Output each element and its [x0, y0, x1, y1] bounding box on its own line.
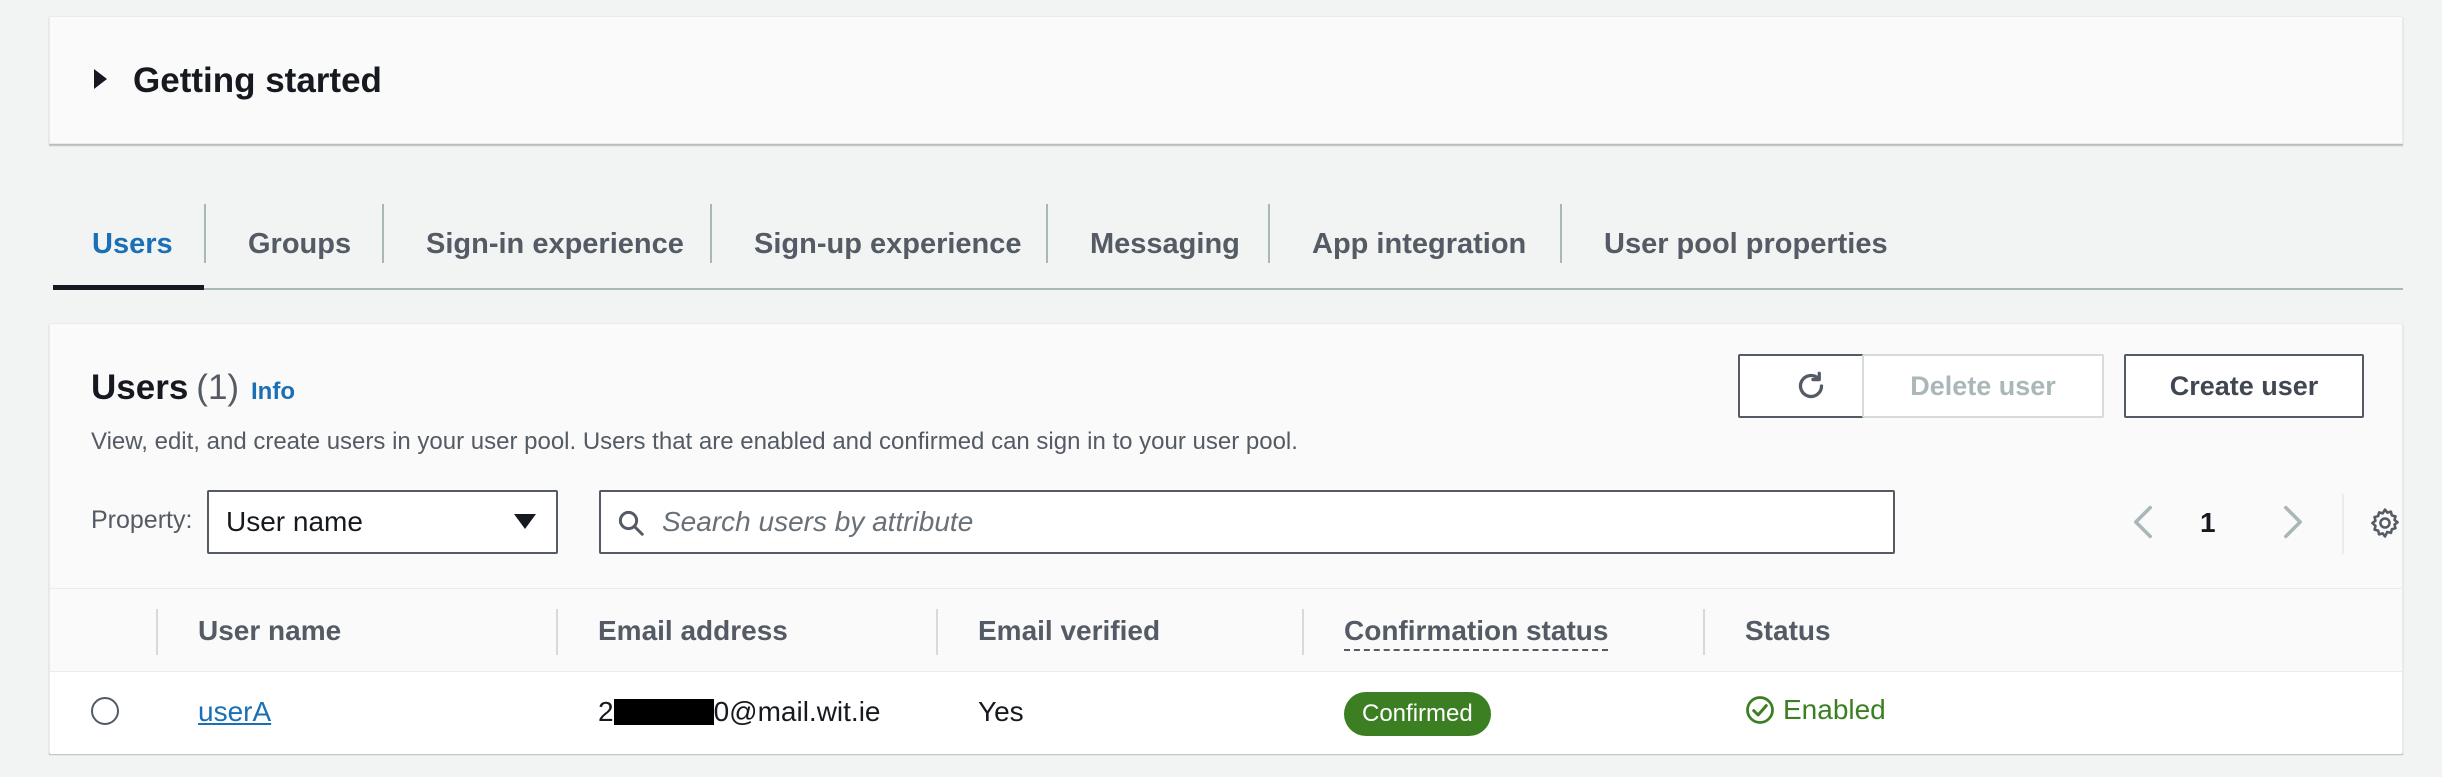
users-heading: Users (1)	[91, 368, 239, 408]
users-description: View, edit, and create users in your use…	[91, 428, 1298, 455]
email-suffix: 0@mail.wit.ie	[713, 696, 881, 727]
tab-separator	[1046, 204, 1048, 263]
property-select[interactable]: User name	[207, 490, 558, 554]
column-header-user-name[interactable]: User name	[198, 615, 341, 647]
column-separator[interactable]	[1302, 609, 1304, 655]
refresh-icon	[1798, 371, 1824, 399]
users-panel: Users (1) Info View, edit, and create us…	[49, 323, 2403, 754]
delete-user-button[interactable]: Delete user	[1862, 354, 2104, 418]
tab-user-pool-properties[interactable]: User pool properties	[1604, 200, 1888, 288]
users-title: Users	[91, 368, 189, 407]
users-count: (1)	[196, 368, 240, 407]
email-address-cell: 2 0@mail.wit.ie	[598, 696, 880, 728]
tab-messaging[interactable]: Messaging	[1090, 200, 1240, 288]
pager-separator	[2342, 494, 2344, 554]
status-text: Enabled	[1783, 694, 1886, 725]
email-prefix: 2	[598, 696, 614, 727]
status-check-icon	[1746, 696, 1774, 724]
active-tab-indicator	[53, 285, 204, 290]
tab-separator	[1268, 204, 1270, 263]
column-header-confirmation-status[interactable]: Confirmation status	[1344, 615, 1609, 651]
redaction-block	[613, 699, 714, 725]
column-separator	[156, 609, 158, 655]
property-label: Property:	[91, 506, 193, 534]
tab-separator	[1560, 204, 1562, 263]
email-verified-cell: Yes	[978, 696, 1024, 727]
row-select-radio[interactable]	[91, 697, 119, 725]
current-page[interactable]: 1	[2200, 507, 2216, 539]
search-box[interactable]	[599, 490, 1895, 554]
gear-icon[interactable]	[2368, 506, 2402, 540]
status-cell: Enabled	[1745, 694, 1886, 726]
create-user-button[interactable]: Create user	[2124, 354, 2364, 418]
table-row[interactable]: userA 2 0@mail.wit.ie Yes Confirmed Enabl…	[50, 672, 2402, 754]
tab-users[interactable]: Users	[92, 200, 173, 288]
getting-started-title[interactable]: Getting started	[133, 61, 382, 101]
column-header-email-address[interactable]: Email address	[598, 615, 788, 647]
tab-separator	[204, 204, 206, 263]
tab-separator	[382, 204, 384, 263]
getting-started-panel[interactable]: Getting started	[49, 16, 2403, 144]
tab-groups[interactable]: Groups	[248, 200, 351, 288]
tab-app-integration[interactable]: App integration	[1312, 200, 1526, 288]
column-separator[interactable]	[936, 609, 938, 655]
tab-bar: Users Groups Sign-in experience Sign-up …	[53, 200, 2403, 290]
confirmation-status-badge: Confirmed	[1344, 692, 1491, 736]
table-header: User name Email address Email verified C…	[50, 588, 2402, 672]
user-name-link[interactable]: userA	[198, 696, 271, 728]
column-header-status[interactable]: Status	[1745, 615, 1831, 647]
search-icon	[618, 510, 644, 536]
tab-sign-in-experience[interactable]: Sign-in experience	[426, 200, 684, 288]
search-input[interactable]	[662, 492, 1882, 552]
info-link[interactable]: Info	[251, 378, 295, 406]
property-select-value: User name	[226, 506, 363, 537]
chevron-right-icon[interactable]	[2280, 504, 2306, 540]
chevron-left-icon[interactable]	[2130, 504, 2156, 540]
caret-right-icon[interactable]	[94, 69, 107, 89]
dropdown-caret-icon	[514, 514, 536, 529]
column-header-email-verified[interactable]: Email verified	[978, 615, 1160, 647]
tab-sign-up-experience[interactable]: Sign-up experience	[754, 200, 1022, 288]
column-separator[interactable]	[1703, 609, 1705, 655]
tab-separator	[710, 204, 712, 263]
column-separator[interactable]	[556, 609, 558, 655]
